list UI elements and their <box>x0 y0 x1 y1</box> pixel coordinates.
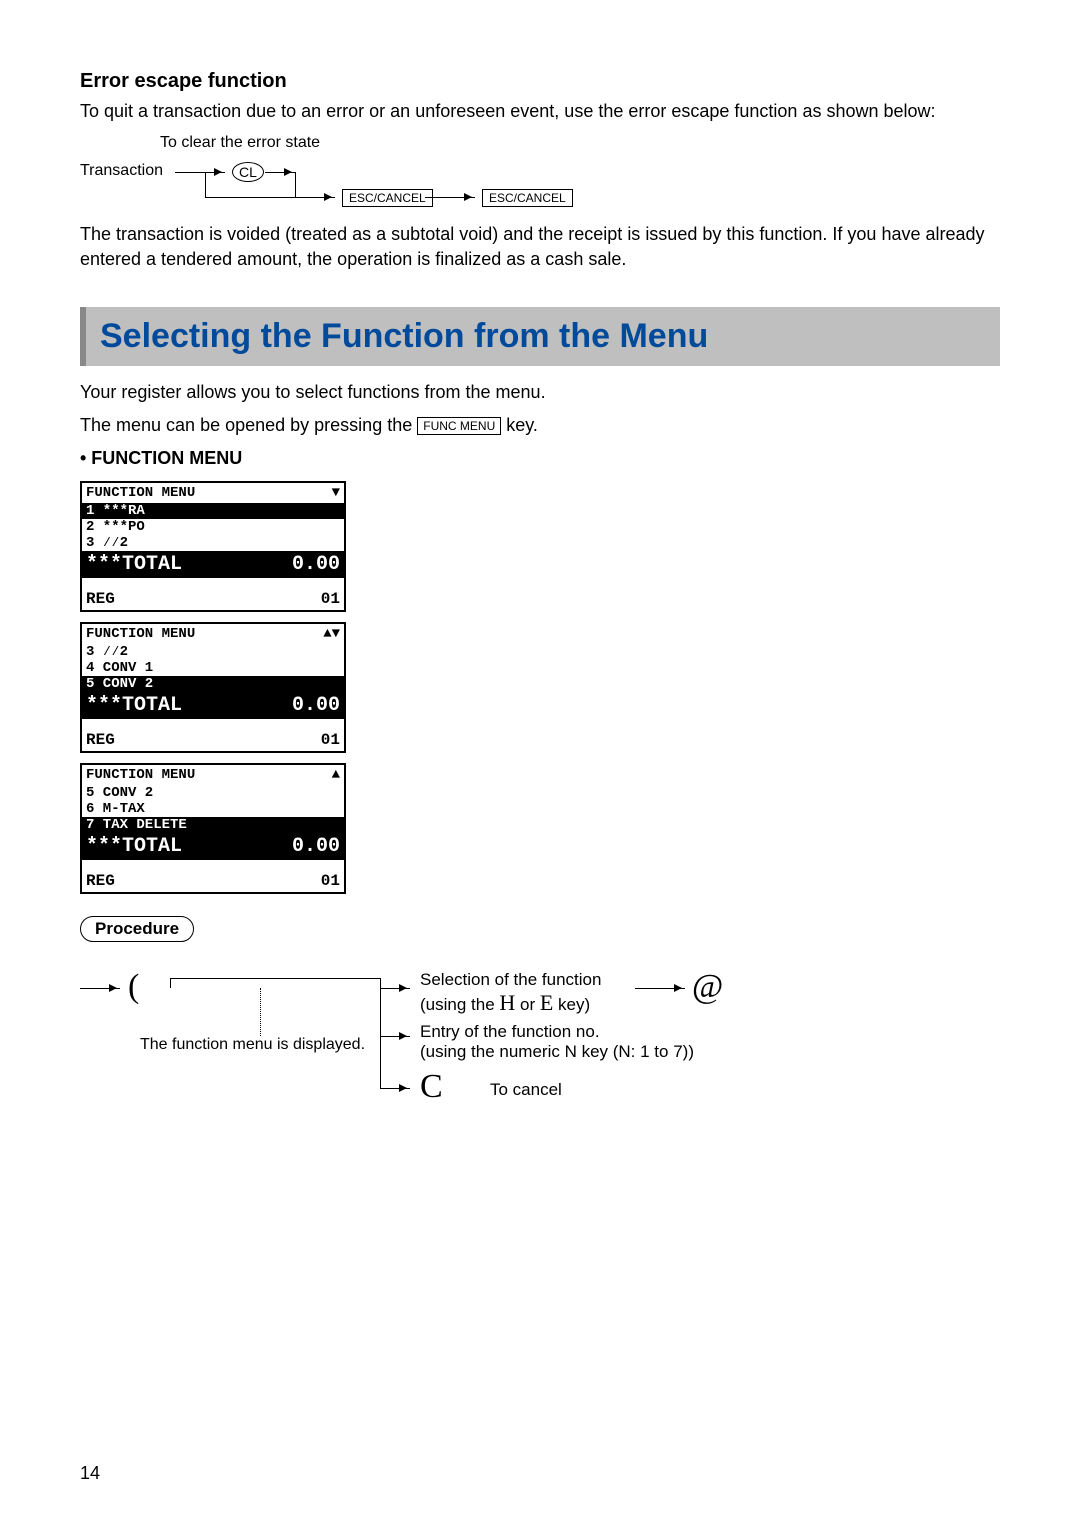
text: (using the <box>420 995 499 1014</box>
lcd-header: FUNCTION MENU <box>86 767 195 783</box>
entry-line2: (using the numeric N key (N: 1 to 7)) <box>420 1042 694 1062</box>
total-label: ***TOTAL <box>86 553 182 576</box>
line <box>205 197 295 198</box>
total-label: ***TOTAL <box>86 694 182 717</box>
mode-value: 01 <box>321 731 340 749</box>
line <box>205 172 206 197</box>
text: The menu can be opened by pressing the <box>80 415 417 435</box>
arrow-icon <box>175 172 225 173</box>
esc-cancel-key: ESC/CANCEL <box>342 189 433 207</box>
selection-line1: Selection of the function <box>420 970 601 990</box>
line <box>295 172 296 197</box>
lcd-row: 1 ***RA <box>82 503 344 519</box>
total-value: 0.00 <box>292 553 340 576</box>
arrow-icon <box>380 988 410 989</box>
menu-displayed-text: The function menu is displayed. <box>140 1036 365 1054</box>
cl-key: CL <box>232 162 264 182</box>
lcd-row: 2 ***PO <box>82 519 344 535</box>
section2-line2: The menu can be opened by pressing the F… <box>80 413 1000 438</box>
arrow-icon <box>425 197 475 198</box>
scroll-up-icon: ▲ <box>332 767 340 783</box>
procedure-label: Procedure <box>80 916 194 942</box>
arrow-icon <box>265 172 295 173</box>
entry-line1: Entry of the function no. <box>420 1022 600 1042</box>
lcd-row: 3 ⁄⁄2 <box>82 644 344 660</box>
lcd-row: 4 CONV 1 <box>82 660 344 676</box>
lcd-row: 5 CONV 2 <box>82 676 344 692</box>
arrow-icon <box>635 988 685 989</box>
function-menu-bullet: • FUNCTION MENU <box>80 446 1000 471</box>
total-value: 0.00 <box>292 694 340 717</box>
section-title: Error escape function <box>80 70 1000 93</box>
lcd-row: 7 TAX DELETE <box>82 817 344 833</box>
mode-label: REG <box>86 872 115 890</box>
lcd-screen-3: FUNCTION MENU ▲ 5 CONV 2 6 M-TAX 7 TAX DE… <box>80 763 346 894</box>
mode-value: 01 <box>321 590 340 608</box>
text: key. <box>506 415 538 435</box>
selection-line2: (using the H or E key) <box>420 990 590 1016</box>
mode-value: 01 <box>321 872 340 890</box>
page-number: 14 <box>80 1463 100 1484</box>
total-label: ***TOTAL <box>86 835 182 858</box>
mode-label: REG <box>86 731 115 749</box>
esc-cancel-key: ESC/CANCEL <box>482 189 573 207</box>
transaction-label: Transaction <box>80 162 163 180</box>
lcd-screen-2: FUNCTION MENU▲▼ 3 ⁄⁄2 4 CONV 1 5 CONV 2 … <box>80 622 346 753</box>
func-menu-key: FUNC MENU <box>417 417 501 435</box>
procedure-flow: ( The function menu is displayed. Select… <box>80 960 1000 1130</box>
arrow-icon <box>380 1036 410 1037</box>
at-symbol: @ <box>692 968 723 1006</box>
text: or <box>520 995 540 1014</box>
section-intro: To quit a transaction due to an error or… <box>80 99 1000 124</box>
lcd-header: FUNCTION MENU <box>86 485 195 501</box>
lcd-row: 5 CONV 2 <box>82 785 344 801</box>
c-key: C <box>420 1068 443 1106</box>
scroll-updown-icon: ▲▼ <box>323 626 340 642</box>
section2-line1: Your register allows you to select funct… <box>80 380 1000 405</box>
open-paren: ( <box>128 968 139 1006</box>
e-key: E <box>540 990 553 1015</box>
section-para: The transaction is voided (treated as a … <box>80 222 1000 272</box>
diagram-caption: To clear the error state <box>160 134 320 152</box>
dotted-line <box>260 988 261 1036</box>
section-banner: Selecting the Function from the Menu <box>80 307 1000 366</box>
scroll-down-icon: ▼ <box>332 485 340 501</box>
total-value: 0.00 <box>292 835 340 858</box>
line <box>380 978 381 1088</box>
h-key: H <box>499 990 515 1015</box>
arrow-icon <box>80 988 120 989</box>
lcd-screen-1: FUNCTION MENU ▼ 1 ***RA 2 ***PO 3 ⁄⁄2 ***… <box>80 481 346 612</box>
cancel-text: To cancel <box>490 1080 562 1100</box>
line <box>170 978 171 988</box>
arrow-icon <box>380 1088 410 1089</box>
banner-title: Selecting the Function from the Menu <box>100 317 986 356</box>
lcd-header: FUNCTION MENU <box>86 626 195 642</box>
error-escape-diagram: To clear the error state Transaction CL … <box>80 134 1000 204</box>
mode-label: REG <box>86 590 115 608</box>
arrow-icon <box>295 197 335 198</box>
lcd-row: 3 ⁄⁄2 <box>82 535 344 551</box>
line <box>170 978 380 979</box>
text: key) <box>558 995 590 1014</box>
lcd-row: 6 M-TAX <box>82 801 344 817</box>
